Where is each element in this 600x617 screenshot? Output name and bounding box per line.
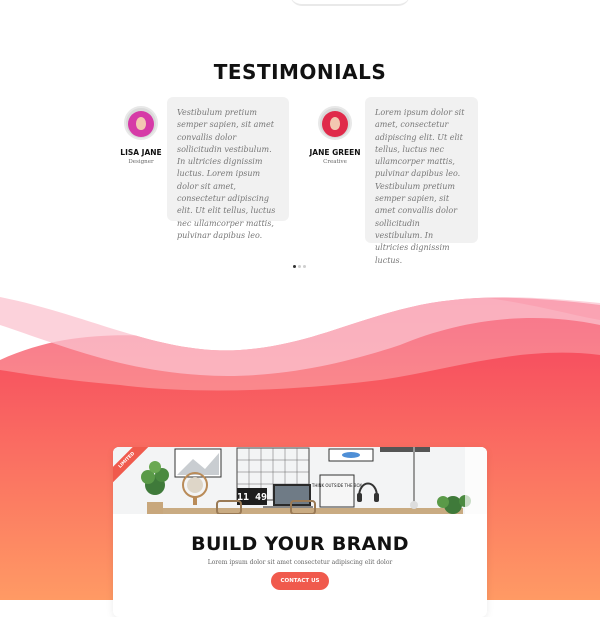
avatar <box>318 106 352 140</box>
promo-subtitle: Lorem ipsum dolor sit amet consectetur a… <box>207 559 393 566</box>
promo-title: BUILD YOUR BRAND <box>191 533 409 555</box>
flip-clock-text: 11 49 <box>237 492 267 503</box>
author-name: LISA JANE <box>120 148 162 157</box>
contact-us-button[interactable]: CONTACT US <box>271 572 329 590</box>
author-role: Creative <box>323 159 347 165</box>
testimonial-author-lisa: LISA JANE Designer <box>109 106 173 165</box>
author-name: JANE GREEN <box>309 148 361 157</box>
avatar <box>124 106 158 140</box>
carousel-pagination <box>292 253 307 272</box>
lightbox-text: THINK OUTSIDE THE BOX <box>311 483 362 488</box>
testimonial-quote: Lorem ipsum dolor sit amet, consectetur … <box>365 97 478 265</box>
author-role: Designer <box>128 159 154 165</box>
testimonials-title: TESTIMONIALS <box>213 60 387 84</box>
carousel-dot[interactable] <box>293 265 296 268</box>
workspace-photo: 11 49 THINK OUTSIDE THE BOX <box>113 447 487 514</box>
top-divider-arc <box>290 0 410 6</box>
testimonial-author-jane: JANE GREEN Creative <box>303 106 367 165</box>
testimonial-quote: Vestibulum pretium semper sapien, sit am… <box>167 97 289 240</box>
carousel-dot[interactable] <box>298 265 301 268</box>
carousel-dot[interactable] <box>303 265 306 268</box>
brand-promo-card: 11 49 THINK OUTSIDE THE BOX LIMITED BUIL… <box>113 447 487 617</box>
